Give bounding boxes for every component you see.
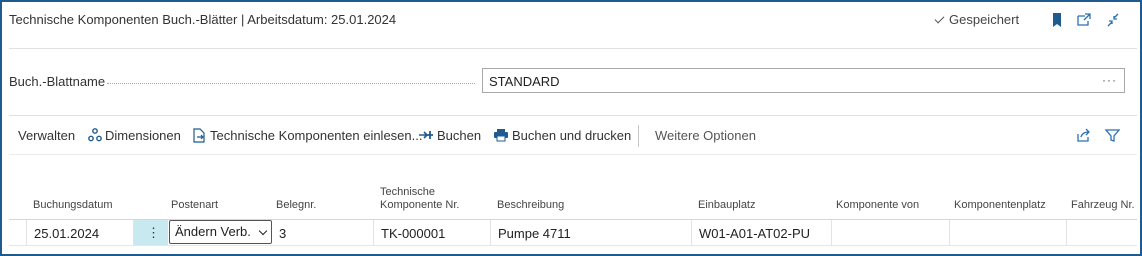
chevron-down-icon	[258, 226, 268, 236]
column-divider	[691, 220, 692, 246]
section-divider	[9, 115, 1137, 116]
col-header-document-no[interactable]: Belegnr.	[276, 199, 316, 212]
batch-name-lookup-button[interactable]: ···	[1102, 73, 1117, 87]
collapse-icon[interactable]	[1105, 12, 1121, 28]
col-header-component-no[interactable]: Technische Komponente Nr.	[380, 186, 460, 212]
entry-type-select[interactable]: Ändern Verb.	[169, 220, 272, 244]
action-bar: Verwalten Dimensionen Technische Kompone…	[9, 123, 1137, 149]
filter-icon[interactable]	[1105, 128, 1120, 143]
label-leader-dots	[107, 83, 475, 84]
page-title: Technische Komponenten Buch.-Blätter | A…	[9, 12, 397, 27]
toolbar-divider	[638, 125, 639, 147]
column-divider	[490, 220, 491, 246]
col-header-component-place[interactable]: Komponentenplatz	[954, 199, 1046, 212]
cell-posting-date[interactable]: 25.01.2024	[34, 226, 99, 241]
row-divider	[9, 245, 1137, 246]
cell-component-no[interactable]: TK-000001	[381, 226, 445, 241]
saved-status: Gespeichert	[934, 12, 1020, 27]
col-header-entry-type[interactable]: Postenart	[171, 199, 218, 212]
import-document-icon	[193, 128, 205, 143]
column-divider	[133, 220, 134, 246]
cell-document-no[interactable]: 3	[279, 226, 286, 241]
bookmark-icon[interactable]	[1049, 12, 1065, 28]
col-header-component-no-line1: Technische	[380, 186, 436, 198]
column-divider	[831, 220, 832, 246]
cell-installation-place[interactable]: W01-A01-AT02-PU	[699, 226, 810, 241]
post-icon	[419, 131, 433, 139]
row-indicator-divider	[26, 220, 27, 246]
header-divider	[9, 48, 1137, 49]
col-header-description[interactable]: Beschreibung	[497, 199, 564, 212]
dimensions-icon	[88, 128, 102, 142]
batch-name-field: Buch.-Blattname STANDARD ···	[9, 68, 1129, 94]
column-divider	[949, 220, 950, 246]
saved-label: Gespeichert	[949, 12, 1020, 27]
open-new-window-icon[interactable]	[1076, 12, 1092, 28]
col-header-vehicle-no[interactable]: Fahrzeug Nr.	[1071, 199, 1135, 212]
batch-name-label: Buch.-Blattname	[9, 74, 106, 89]
col-header-posting-date[interactable]: Buchungsdatum	[33, 199, 113, 212]
batch-name-input[interactable]: STANDARD ···	[482, 68, 1125, 93]
entry-type-value: Ändern Verb.	[175, 224, 251, 239]
check-icon	[934, 13, 945, 24]
toolbar-bottom-divider	[9, 154, 1137, 155]
printer-icon	[494, 129, 508, 142]
batch-name-value: STANDARD	[489, 74, 560, 89]
share-icon[interactable]	[1076, 128, 1091, 143]
page-header: Technische Komponenten Buch.-Blätter | A…	[9, 10, 1137, 32]
col-header-installation-place[interactable]: Einbauplatz	[698, 199, 756, 212]
cell-description[interactable]: Pumpe 4711	[498, 226, 571, 241]
column-divider	[1066, 220, 1067, 246]
col-header-component-from[interactable]: Komponente von	[836, 199, 919, 212]
col-header-component-no-line2: Komponente Nr.	[380, 199, 460, 211]
column-divider	[373, 220, 374, 246]
row-menu-icon[interactable]: ⋮	[147, 225, 160, 241]
page-frame: Technische Komponenten Buch.-Blätter | A…	[0, 0, 1142, 256]
